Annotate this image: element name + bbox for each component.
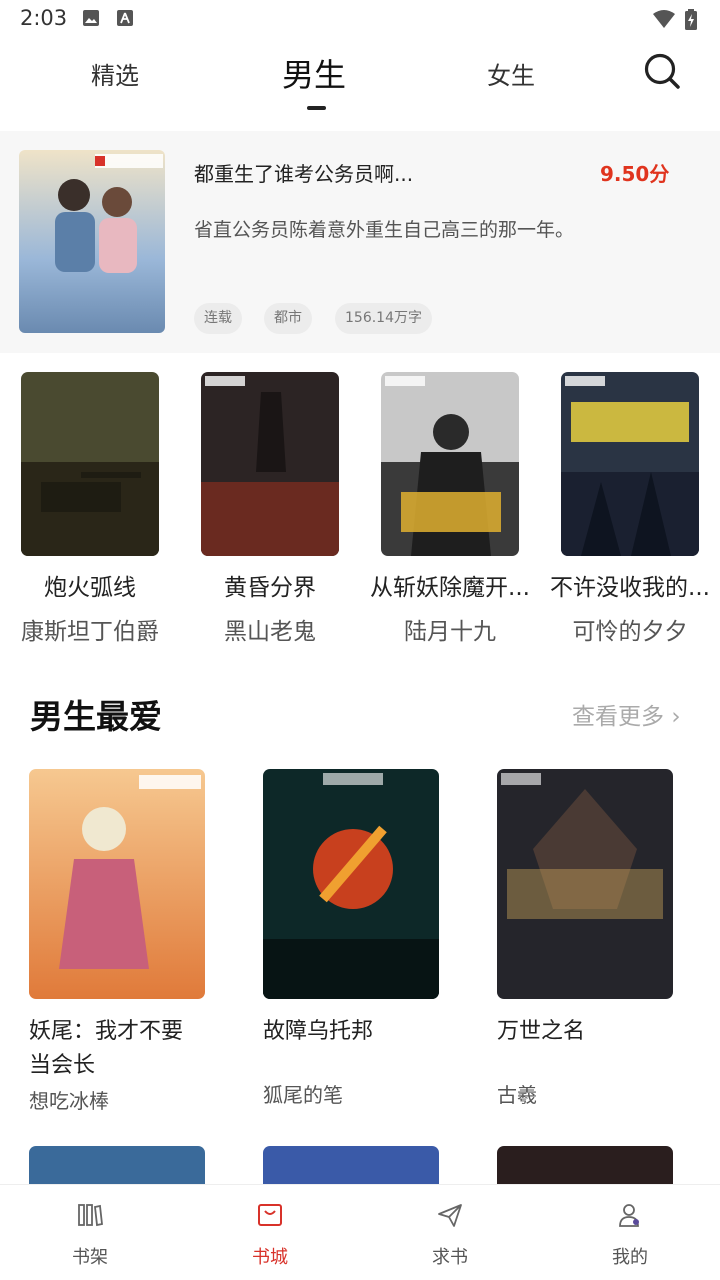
book-cover[interactable] — [561, 372, 699, 556]
bottom-nav-bar: 书架 书城 求书 我的 — [0, 1184, 720, 1280]
book-card[interactable]: 从斩妖除魔开... 陆月十九 — [360, 372, 540, 652]
book-author: 康斯坦丁伯爵 — [21, 619, 159, 645]
book-author: 古羲 — [497, 1083, 537, 1107]
book-card[interactable]: 黄昏分界 黑山老鬼 — [180, 372, 360, 652]
active-tab-indicator — [307, 106, 326, 110]
nav-item-request[interactable]: 求书 — [360, 1185, 540, 1280]
tab-female[interactable]: 女生 — [487, 56, 535, 91]
nav-item-bookshelf[interactable]: 书架 — [0, 1185, 180, 1280]
section-title: 男生最爱 — [30, 697, 162, 736]
book-cover[interactable] — [263, 1146, 439, 1186]
nav-label: 书架 — [72, 1247, 108, 1268]
nav-label: 书城 — [252, 1247, 288, 1268]
book-title-line: 当会长 — [29, 1053, 96, 1078]
book-title: 从斩妖除魔开... — [370, 575, 530, 601]
featured-book-title: 都重生了谁考公务员啊... — [194, 162, 414, 186]
featured-book-cover[interactable] — [19, 150, 165, 333]
book-cover[interactable] — [21, 372, 159, 556]
book-title: 故障乌托邦 — [263, 1019, 374, 1044]
nav-label: 求书 — [432, 1247, 468, 1268]
user-icon — [619, 1204, 639, 1227]
book-card[interactable]: 炮火弧线 康斯坦丁伯爵 — [0, 372, 180, 652]
tab-male[interactable]: 男生 — [282, 50, 346, 96]
image-notification-icon — [83, 10, 99, 26]
book-card[interactable]: 妖尾：我才不要 当会长 想吃冰棒 — [29, 769, 219, 1119]
book-title: 万世之名 — [497, 1019, 586, 1044]
nav-item-profile[interactable]: 我的 — [540, 1185, 720, 1280]
book-author: 黑山老鬼 — [224, 619, 316, 645]
book-author: 想吃冰棒 — [29, 1089, 109, 1113]
status-bar: 2:03 — [0, 0, 720, 40]
book-cover[interactable] — [497, 1146, 673, 1186]
book-card[interactable]: 不许没收我的... 可怜的夕夕 — [540, 372, 720, 652]
featured-book-score: 9.50分 — [600, 162, 670, 186]
book-cover[interactable] — [497, 769, 673, 999]
book-cover[interactable] — [29, 1146, 205, 1186]
tag-word-count: 156.14万字 — [335, 303, 432, 334]
book-cover[interactable] — [263, 769, 439, 999]
book-card[interactable]: 故障乌托邦 狐尾的笔 — [263, 769, 453, 1119]
featured-book-card[interactable]: 都重生了谁考公务员啊... 9.50分 省直公务员陈着意外重生自己高三的那一年。… — [0, 131, 720, 353]
nav-label: 我的 — [612, 1247, 648, 1268]
see-more-link[interactable]: 查看更多 › — [572, 697, 681, 731]
bookshelf-icon — [78, 1204, 103, 1227]
book-title-line: 妖尾：我才不要 — [29, 1019, 184, 1044]
search-icon[interactable] — [643, 52, 681, 90]
featured-book-description: 省直公务员陈着意外重生自己高三的那一年。 — [194, 219, 575, 241]
book-title: 黄昏分界 — [224, 575, 316, 601]
top-tab-bar: 精选 男生 女生 — [0, 40, 720, 130]
book-card[interactable]: 万世之名 古羲 — [497, 769, 687, 1119]
paper-plane-icon — [438, 1204, 462, 1227]
book-cover[interactable] — [381, 372, 519, 556]
status-time: 2:03 — [20, 6, 68, 30]
tag-genre: 都市 — [264, 303, 312, 334]
book-cover[interactable] — [201, 372, 339, 556]
battery-icon — [685, 9, 697, 30]
book-author: 可怜的夕夕 — [572, 619, 688, 645]
font-notification-icon — [117, 10, 133, 26]
nav-item-bookstore[interactable]: 书城 — [180, 1185, 360, 1280]
tag-status: 连载 — [194, 303, 242, 334]
book-title: 不许没收我的... — [550, 575, 710, 601]
wifi-icon — [653, 10, 675, 28]
book-author: 狐尾的笔 — [263, 1083, 343, 1107]
book-author: 陆月十九 — [404, 619, 496, 645]
bag-icon — [258, 1204, 282, 1226]
chevron-right-icon: › — [671, 704, 681, 730]
book-cover[interactable] — [29, 769, 205, 999]
book-title: 炮火弧线 — [44, 575, 136, 601]
book-title: 妖尾：我才不要 当会长 — [29, 1015, 219, 1083]
tab-featured[interactable]: 精选 — [91, 56, 139, 91]
see-more-label: 查看更多 — [572, 704, 664, 730]
